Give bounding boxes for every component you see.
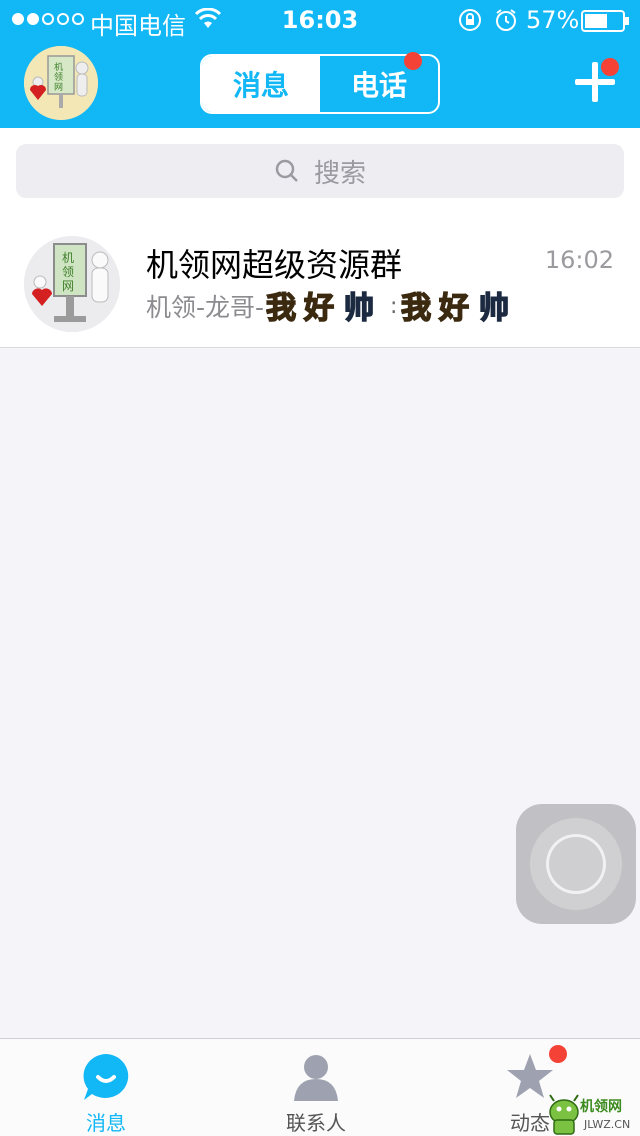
- tab-messages-label: 消息: [232, 69, 289, 102]
- watermark-subtext: JLWZ.CN: [584, 1118, 631, 1131]
- svg-text:机: 机: [54, 61, 63, 73]
- tab-calls-label: 电话: [350, 69, 407, 102]
- svg-text:领: 领: [54, 71, 63, 83]
- dynamics-notification-badge: [549, 1045, 567, 1063]
- list-item[interactable]: 机 领 网 机领网超级资源群 16:02 机领-龙哥- 我 好 帅: 我 好 …: [0, 214, 640, 348]
- watermark-text: 机领网: [580, 1099, 622, 1115]
- svg-text:我: 我: [401, 291, 431, 324]
- svg-text:我: 我: [266, 291, 296, 324]
- svg-text:网: 网: [54, 82, 63, 93]
- search-area: 搜索: [0, 128, 640, 214]
- assistive-touch-center: [546, 834, 606, 894]
- battery-icon: [581, 10, 629, 32]
- status-bar: 中国电信 16:03 57%: [0, 0, 640, 40]
- preview-separator: :: [390, 293, 398, 319]
- search-input[interactable]: 搜索: [16, 144, 624, 198]
- svg-text:领: 领: [62, 265, 74, 279]
- search-placeholder: 搜索: [313, 158, 366, 189]
- svg-text:好: 好: [438, 291, 469, 324]
- calls-notification-badge: [404, 52, 422, 70]
- search-icon: [275, 159, 298, 182]
- message-bubble-icon: [83, 1054, 129, 1100]
- svg-text:帅: 帅: [344, 291, 374, 324]
- sticker-image: 我 好 帅: [401, 288, 521, 324]
- tab-calls[interactable]: 电话: [320, 52, 438, 112]
- svg-text:网: 网: [62, 279, 74, 293]
- alarm-icon: [496, 9, 516, 31]
- battery-percent: 57%: [526, 6, 580, 34]
- sticker-image: 我 好 帅: [266, 288, 386, 324]
- group-avatar: 机 领 网: [24, 236, 120, 332]
- svg-text:机: 机: [62, 251, 74, 265]
- top-header: 中国电信 16:03 57% 机 领 网 消息 电话: [0, 0, 640, 128]
- user-avatar[interactable]: 机 领 网: [24, 46, 98, 120]
- rotation-lock-icon: [459, 9, 481, 31]
- tab-messages[interactable]: 消息: [202, 56, 320, 112]
- contacts-person-icon: [294, 1055, 338, 1101]
- svg-text:帅: 帅: [479, 291, 509, 324]
- conversation-preview: 机领-龙哥- 我 好 帅 : 我 好 帅: [146, 288, 523, 324]
- add-notification-badge: [601, 58, 619, 76]
- assistive-touch-button[interactable]: [516, 804, 636, 924]
- conversation-time: 16:02: [544, 246, 614, 274]
- svg-text:好: 好: [303, 291, 334, 324]
- tab-bar-contacts[interactable]: 联系人: [246, 1051, 386, 1135]
- conversation-title: 机领网超级资源群: [146, 246, 403, 284]
- tab-bar-messages-label: 消息: [86, 1111, 126, 1135]
- segmented-control: 消息 电话: [200, 52, 440, 114]
- tab-bar-messages[interactable]: 消息: [36, 1051, 176, 1135]
- preview-sender: 机领-龙哥-: [146, 293, 265, 322]
- tab-bar-contacts-label: 联系人: [286, 1111, 346, 1135]
